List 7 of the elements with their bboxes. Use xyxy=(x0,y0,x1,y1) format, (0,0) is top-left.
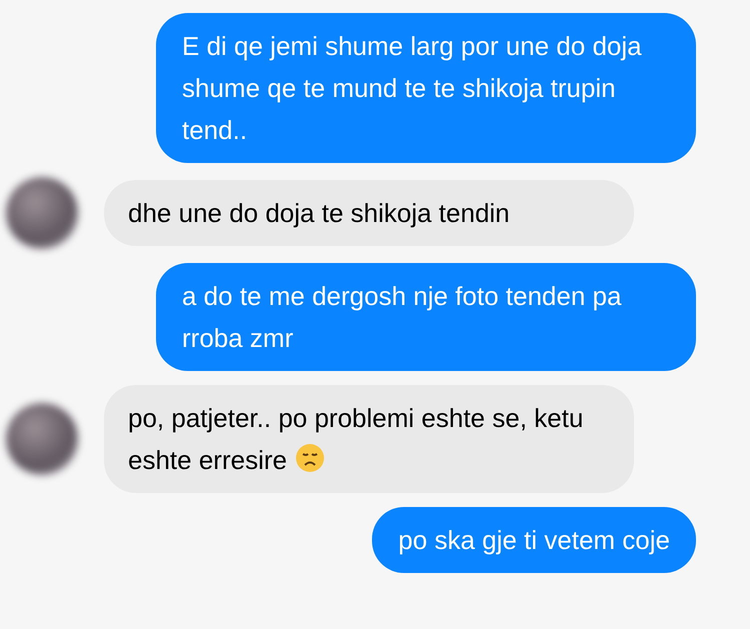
received-message-bubble: po, patjeter.. po problemi eshte se, ketu eshte erresire xyxy=(104,385,634,493)
avatar xyxy=(6,177,78,249)
sent-message-bubble: a do te me dergosh nje foto tenden pa rroba zmr xyxy=(156,263,696,371)
avatar xyxy=(6,403,78,475)
sent-message-bubble: E di qe jemi shume larg por une do doja shume qe te mund te te shikoja trupin tend.. xyxy=(156,13,696,163)
received-message-bubble: dhe une do doja te shikoja tendin xyxy=(104,180,634,246)
sent-message-bubble: po ska gje ti vetem coje xyxy=(372,507,696,573)
